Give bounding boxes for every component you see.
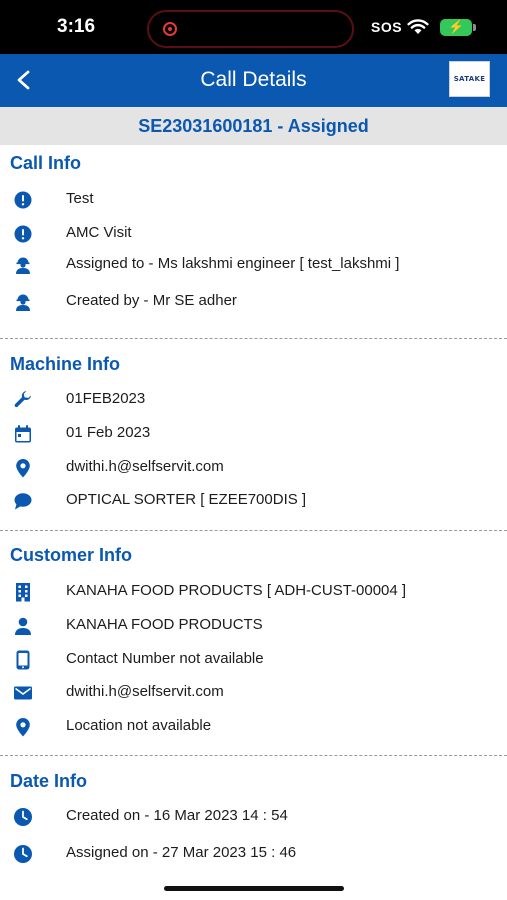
battery-tip <box>473 24 476 31</box>
section-title-machine-info: Machine Info <box>10 354 121 374</box>
section-divider <box>0 755 507 756</box>
building-icon <box>12 581 34 603</box>
recording-icon <box>163 22 177 36</box>
clock-icon <box>12 843 34 865</box>
engineer-icon <box>12 291 34 313</box>
wrench-icon <box>12 389 34 411</box>
customer-company-row: KANAHA FOOD PRODUCTS [ ADH-CUST-00004 ] <box>0 577 507 605</box>
machine-date: 01 Feb 2023 <box>66 424 151 441</box>
call-type: AMC Visit <box>66 224 132 241</box>
engineer-icon <box>12 254 34 276</box>
location-pin-icon <box>12 716 34 738</box>
section-title-call-info: Call Info <box>10 153 81 173</box>
alert-icon <box>12 189 34 211</box>
created-on-row: Created on - 16 Mar 2023 14 : 54 <box>0 802 507 830</box>
machine-date-row: 01 Feb 2023 <box>0 419 507 447</box>
calendar-icon <box>12 423 34 445</box>
customer-company: KANAHA FOOD PRODUCTS [ ADH-CUST-00004 ] <box>66 582 407 599</box>
created-on: Created on - 16 Mar 2023 14 : 54 <box>66 807 288 824</box>
assigned-on: Assigned on - 27 Mar 2023 15 : 46 <box>66 844 297 861</box>
customer-location-row: Location not available <box>0 712 507 740</box>
app-header: Call Details SATAKE <box>0 54 507 107</box>
customer-name: KANAHA FOOD PRODUCTS <box>66 616 263 633</box>
company-logo: SATAKE <box>449 61 490 97</box>
logo-text: SATAKE <box>453 75 486 83</box>
person-icon <box>12 615 34 637</box>
page-title: Call Details <box>200 68 307 91</box>
status-bar: 3:16 SOS ⚡ <box>0 0 507 54</box>
sos-indicator: SOS <box>371 19 403 35</box>
machine-location: dwithi.h@selfservit.com <box>66 458 224 475</box>
section-divider <box>0 530 507 531</box>
machine-model-row: OPTICAL SORTER [ EZEE700DIS ] <box>0 486 507 514</box>
call-status-banner: SE23031600181 - Assigned <box>0 107 507 145</box>
call-type-row: AMC Visit <box>0 219 507 247</box>
status-time: 3:16 <box>57 16 96 37</box>
mail-icon <box>12 682 34 704</box>
clock-icon <box>12 806 34 828</box>
machine-serial-row: 01FEB2023 <box>0 385 507 413</box>
customer-phone-row: Contact Number not available <box>0 645 507 673</box>
section-divider <box>0 338 507 339</box>
wifi-icon <box>407 18 429 40</box>
charging-bolt-icon: ⚡ <box>448 19 465 34</box>
dynamic-island <box>147 10 354 48</box>
location-pin-icon <box>12 457 34 479</box>
call-subject: Test <box>66 190 94 207</box>
machine-location-row: dwithi.h@selfservit.com <box>0 453 507 481</box>
customer-phone: Contact Number not available <box>66 650 264 667</box>
customer-name-row: KANAHA FOOD PRODUCTS <box>0 611 507 639</box>
call-subject-row: Test <box>0 185 507 213</box>
machine-model: OPTICAL SORTER [ EZEE700DIS ] <box>66 491 307 508</box>
phone-icon <box>12 649 34 671</box>
customer-email-row: dwithi.h@selfservit.com <box>0 678 507 706</box>
chat-bubble-icon <box>12 490 34 512</box>
customer-email: dwithi.h@selfservit.com <box>66 683 224 700</box>
created-by-row: Created by - Mr SE adher <box>0 287 507 315</box>
section-title-customer-info: Customer Info <box>10 545 133 565</box>
customer-location: Location not available <box>66 717 212 734</box>
assigned-on-row: Assigned on - 27 Mar 2023 15 : 46 <box>0 839 507 867</box>
alert-icon <box>12 223 34 245</box>
assigned-to-row: Assigned to - Ms lakshmi engineer [ test… <box>0 250 507 278</box>
section-title-date-info: Date Info <box>10 771 88 791</box>
assigned-to: Assigned to - Ms lakshmi engineer [ test… <box>66 255 400 272</box>
created-by: Created by - Mr SE adher <box>66 292 237 309</box>
home-indicator[interactable] <box>164 886 344 891</box>
machine-serial: 01FEB2023 <box>66 390 146 407</box>
